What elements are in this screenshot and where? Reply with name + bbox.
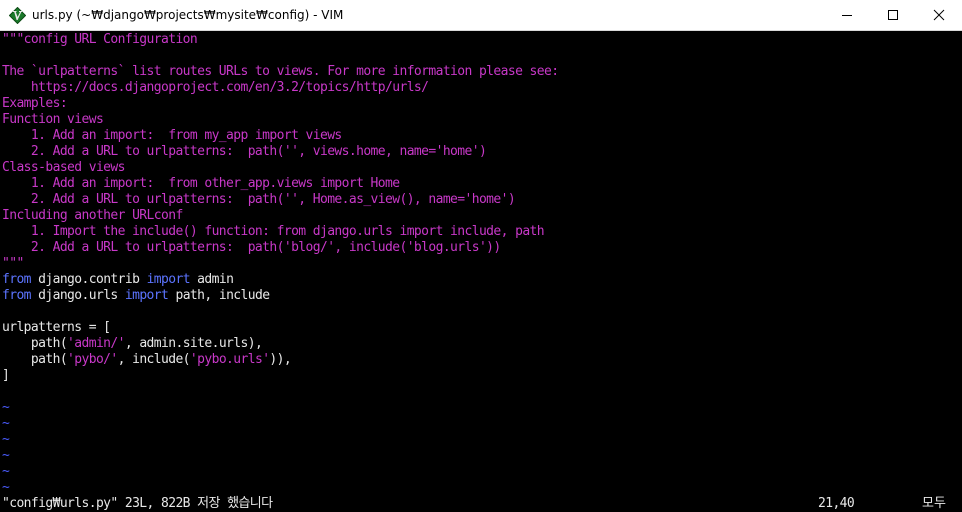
code-line: Class-based views — [2, 160, 125, 175]
empty-line-tilde: ~ — [2, 400, 10, 415]
code-line: 1. Import the include() function: from d… — [2, 224, 545, 239]
scroll-indicator: 모두 — [922, 496, 946, 511]
keyword-token: import — [124, 288, 169, 303]
code-line: path('admin/', admin.site.urls), — [2, 336, 263, 352]
keyword-token: import — [146, 272, 191, 287]
empty-line-tilde: ~ — [2, 464, 10, 479]
code-line: """config URL Configuration — [2, 32, 198, 47]
code-line: urlpatterns = [ — [2, 320, 111, 335]
keyword-token: from — [2, 288, 32, 303]
vim-icon — [9, 7, 26, 24]
minimize-icon — [842, 15, 852, 16]
empty-line-tilde: ~ — [2, 480, 10, 495]
identifier-token: admin — [189, 272, 234, 287]
code-line: from django.contrib import admin — [2, 272, 234, 288]
code-line: 1. Add an import: from other_app.views i… — [2, 176, 400, 191]
close-icon — [933, 9, 945, 21]
minimize-button[interactable] — [824, 0, 870, 30]
code-line: Examples: — [2, 96, 68, 111]
string-token: 'admin/' — [67, 336, 125, 351]
window-title: urls.py (~₩django₩projects₩mysite₩config… — [32, 8, 344, 22]
maximize-icon — [888, 10, 898, 20]
cursor-position: 21,40 — [818, 496, 855, 511]
code-line: The `urlpatterns` list routes URLs to vi… — [2, 64, 559, 79]
identifier-token: , admin.site.urls), — [124, 336, 263, 351]
identifier-token: path( — [2, 336, 68, 351]
identifier-token: )), — [269, 352, 292, 367]
vim-window: urls.py (~₩django₩projects₩mysite₩config… — [0, 0, 962, 512]
string-token: 'pybo.urls' — [189, 352, 270, 367]
identifier-token: path, include — [168, 288, 270, 303]
empty-line-tilde: ~ — [2, 448, 10, 463]
status-message: "config₩urls.py" 23L, 822B 저장 했습니다 — [2, 496, 273, 511]
code-line: https://docs.djangoproject.com/en/3.2/to… — [2, 80, 429, 95]
identifier-token: path( — [2, 352, 68, 367]
empty-line-tilde: ~ — [2, 416, 10, 431]
code-line: 2. Add a URL to urlpatterns: path('blog/… — [2, 240, 501, 255]
code-line: Function views — [2, 112, 104, 127]
code-line: ] — [2, 368, 10, 383]
command-line[interactable]: "config₩urls.py" 23L, 822B 저장 했습니다 21,40… — [0, 496, 962, 512]
identifier-token: django.contrib — [30, 272, 147, 287]
code-line: path('pybo/', include('pybo.urls')), — [2, 352, 292, 368]
empty-line-tilde: ~ — [2, 432, 10, 447]
code-line: 2. Add a URL to urlpatterns: path('', Ho… — [2, 192, 516, 207]
title-bar[interactable]: urls.py (~₩django₩projects₩mysite₩config… — [0, 0, 962, 31]
code-line: from django.urls import path, include — [2, 288, 270, 304]
code-line: 2. Add a URL to urlpatterns: path('', vi… — [2, 144, 487, 159]
code-line: Including another URLconf — [2, 208, 183, 223]
close-button[interactable] — [916, 0, 962, 30]
code-line: """ — [2, 256, 24, 271]
keyword-token: from — [2, 272, 32, 287]
string-token: 'pybo/' — [67, 352, 118, 367]
identifier-token: django.urls — [30, 288, 125, 303]
code-line: 1. Add an import: from my_app import vie… — [2, 128, 342, 143]
editor-text-area[interactable]: """config URL Configuration The `urlpatt… — [0, 31, 962, 496]
identifier-token: , include( — [117, 352, 191, 367]
maximize-button[interactable] — [870, 0, 916, 30]
